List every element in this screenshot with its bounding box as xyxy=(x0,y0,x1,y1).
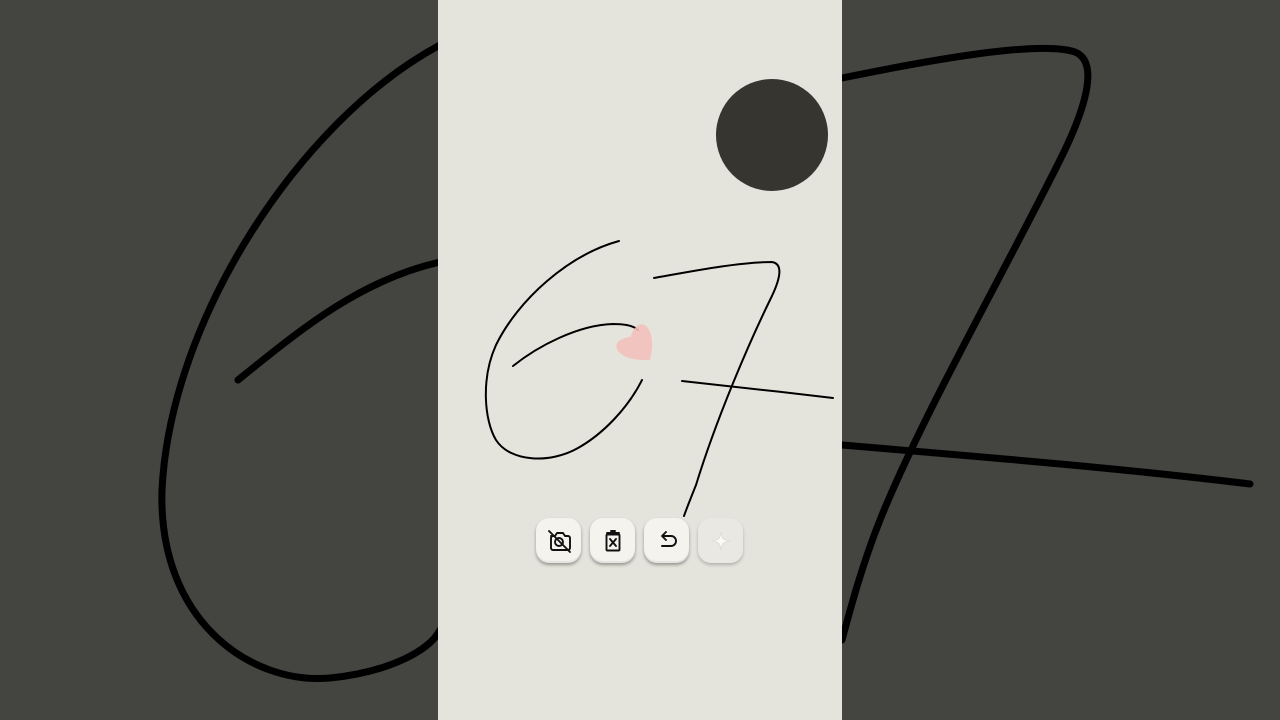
ink-stroke-seven-cross xyxy=(681,380,834,399)
undo-icon xyxy=(660,530,677,547)
sparkle-icon xyxy=(711,531,730,550)
color-swatch-button[interactable] xyxy=(716,79,828,191)
sparkle-button[interactable] xyxy=(698,518,743,563)
clear-canvas-button[interactable] xyxy=(590,518,635,563)
camera-off-icon xyxy=(547,529,571,553)
heart-icon xyxy=(616,324,653,360)
toolbar xyxy=(536,518,743,564)
trash-x-icon xyxy=(605,529,620,551)
app-screen xyxy=(0,0,1280,720)
undo-button[interactable] xyxy=(644,518,689,563)
drawing-canvas[interactable] xyxy=(438,0,842,720)
camera-off-button[interactable] xyxy=(536,518,581,563)
